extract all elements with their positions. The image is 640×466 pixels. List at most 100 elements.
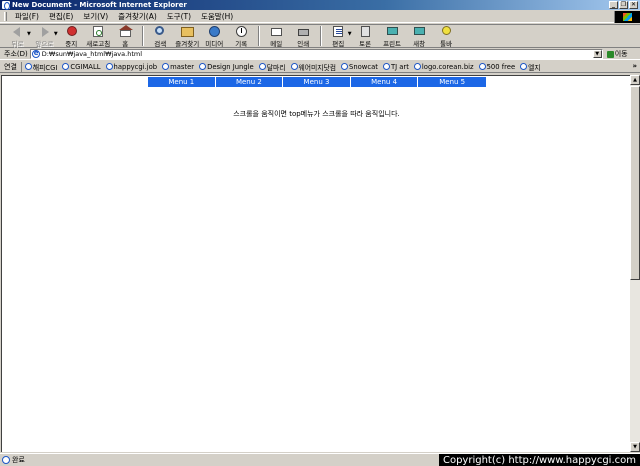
address-field[interactable]: D:₩sun₩java_html₩java.html ▼ [29,49,603,59]
print-frame-button[interactable]: 프린트 [379,25,406,48]
history-button[interactable]: 기록 [228,25,255,48]
menu-favorites[interactable]: 즐겨찾기(A) [113,11,162,22]
refresh-button[interactable]: 새로고침 [85,25,112,48]
menu-edit[interactable]: 편집(E) [44,11,78,22]
menu-tools[interactable]: 도구(T) [162,11,196,22]
top-menu-item-3[interactable]: Menu 3 [283,77,351,87]
menu-view[interactable]: 보기(V) [78,11,113,22]
link-page-icon [413,63,421,70]
print-frame-label: 프린트 [383,40,402,48]
link-item[interactable]: 500 free [478,62,521,71]
link-label: Design Jungle [207,62,254,71]
search-button[interactable]: 검색 [147,25,174,48]
minimize-button[interactable]: _ [609,1,618,9]
top-menu-item-2[interactable]: Menu 2 [215,77,284,87]
link-page-icon [162,63,170,70]
link-page-icon [520,63,528,70]
back-arrow-icon [13,27,20,37]
link-item[interactable]: Design Jungle [199,63,259,71]
link-page-icon [478,63,486,70]
discuss-icon [360,26,370,37]
link-item[interactable]: happycgi.job [105,62,163,71]
link-label: logo.corean.biz [421,62,474,71]
home-button[interactable]: 홈 [112,25,139,48]
search-label: 검색 [154,40,167,48]
mail-button[interactable]: 메일 [263,25,290,48]
print-label: 인쇄 [297,40,310,48]
print-icon [297,29,309,36]
standard-toolbar: 뒤로 ▼ 앞으로 ▼ 중지 새로고침 홈 검색 즐겨찾기 미디어 기록 메일 인… [0,24,640,48]
window-controls: _ ❐ ✕ [609,1,638,9]
maximize-button[interactable]: ❐ [619,1,628,9]
media-icon [208,26,220,37]
mail-label: 메일 [270,40,283,48]
lightbulb-icon [441,26,451,35]
link-item[interactable]: 해피CGI [24,62,63,72]
stop-icon [66,26,77,36]
link-label: 500 free [486,62,516,71]
top-menu: Menu 1 Menu 2 Menu 3 Menu 4 Menu 5 [148,77,486,87]
printer-icon [386,27,398,35]
link-item[interactable]: CGIMALL [62,63,105,71]
title-bar[interactable]: New Document - Microsoft Internet Explor… [0,0,640,10]
close-button[interactable]: ✕ [629,1,638,9]
link-label: Snowcat [349,62,378,71]
top-menu-item-5[interactable]: Menu 5 [418,77,486,87]
links-more-button[interactable]: » [632,62,637,70]
link-page-icon [382,63,390,70]
link-label: 달마리 [266,63,286,72]
link-item[interactable]: Snowcat [341,63,383,71]
search-icon [154,26,164,35]
menu-help[interactable]: 도움말(H) [196,11,238,22]
address-value[interactable]: D:₩sun₩java_html₩java.html [42,50,142,58]
link-page-icon [105,63,113,70]
print-button[interactable]: 인쇄 [290,25,317,48]
page-content: Menu 1 Menu 2 Menu 3 Menu 4 Menu 5 스크롤을 … [1,75,630,452]
refresh-label: 새로고침 [86,40,111,48]
top-menu-item-1[interactable]: Menu 1 [148,77,216,87]
link-item[interactable]: logo.corean.biz [413,62,479,71]
status-text: 완료 [12,456,25,464]
link-item[interactable]: 엘지 [520,62,546,72]
address-label: 주소(D) [4,50,28,58]
link-page-icon [290,63,298,70]
stop-button[interactable]: 중지 [58,25,85,48]
favorites-button[interactable]: 즐겨찾기 [174,25,201,48]
discuss-button[interactable]: 토론 [352,25,379,48]
link-item[interactable]: 달마리 [258,62,291,72]
link-item[interactable]: 웨어미지닷컴 [290,62,342,72]
address-dropdown-button[interactable]: ▼ [592,50,602,58]
page-icon [31,49,40,58]
favorites-label: 즐겨찾기 [175,40,200,48]
menu-file[interactable]: 파일(F) [10,11,44,22]
media-label: 미디어 [205,40,224,48]
vertical-scrollbar[interactable]: ▲ ▼ [630,75,640,452]
top-menu-item-4[interactable]: Menu 4 [350,77,419,87]
favorites-icon [180,27,194,37]
link-item[interactable]: TJ art [382,63,414,71]
menu-grip[interactable] [4,12,7,21]
link-page-icon [24,63,32,70]
status-page-icon [2,456,10,464]
forward-arrow-icon [41,27,49,37]
stop-label: 중지 [65,40,78,48]
edit-label: 편집 [332,40,345,48]
history-icon [235,26,247,37]
history-label: 기록 [235,40,248,48]
new-window-button[interactable]: 새창 [406,25,433,48]
scroll-thumb[interactable] [630,86,640,280]
status-bar: 완료 Copyright(c) http://www.happycgi.com [0,453,640,466]
back-label: 뒤로 [11,40,24,48]
go-button[interactable]: 이동 [606,49,628,59]
home-icon [118,25,133,37]
link-page-icon [62,63,70,70]
new-window-label: 새창 [413,40,426,48]
discuss-label: 토론 [359,40,372,48]
link-item[interactable]: master [162,63,199,71]
toolbar-button[interactable]: 툴바 [433,25,460,48]
link-label: happycgi.job [113,62,158,71]
browser-window: New Document - Microsoft Internet Explor… [0,0,640,466]
media-button[interactable]: 미디어 [201,25,228,48]
scroll-up-button[interactable]: ▲ [630,75,640,85]
scroll-down-button[interactable]: ▼ [630,442,640,452]
